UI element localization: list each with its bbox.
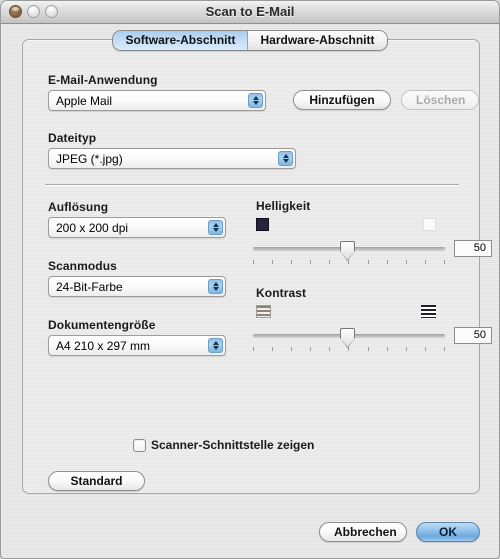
- tab-software-abschnitt[interactable]: Software-Abschnitt: [113, 31, 248, 50]
- window-title: Scan to E-Mail: [205, 4, 295, 19]
- brightness-slider[interactable]: [253, 240, 445, 266]
- email-application-value: Apple Mail: [56, 94, 113, 108]
- scan-mode-select[interactable]: 24-Bit-Farbe: [48, 276, 226, 297]
- contrast-high-icon: [421, 305, 436, 318]
- window-controls: [9, 5, 58, 18]
- scan-to-email-window: Scan to E-Mail Software-Abschnitt Hardwa…: [0, 0, 500, 559]
- ok-button[interactable]: OK: [416, 522, 480, 542]
- brightness-label: Helligkeit: [256, 199, 311, 213]
- brightness-value[interactable]: 50: [454, 240, 492, 257]
- email-application-select[interactable]: Apple Mail: [48, 90, 266, 111]
- scan-mode-label: Scanmodus: [48, 259, 117, 273]
- scan-mode-value: 24-Bit-Farbe: [56, 280, 123, 294]
- close-button-gloss: [12, 7, 19, 11]
- contrast-value[interactable]: 50: [454, 327, 492, 344]
- contrast-slider-ticks: [253, 347, 445, 351]
- brightness-slider-ticks: [253, 260, 445, 264]
- show-scanner-interface-row[interactable]: Scanner-Schnittstelle zeigen: [133, 438, 314, 452]
- zoom-button-gloss: [48, 7, 55, 11]
- chevron-updown-icon: [208, 338, 223, 353]
- show-scanner-interface-checkbox[interactable]: [133, 438, 146, 452]
- resolution-value: 200 x 200 dpi: [56, 221, 129, 235]
- file-type-label: Dateityp: [48, 131, 97, 145]
- chevron-updown-icon: [208, 220, 223, 235]
- minimize-button[interactable]: [27, 5, 40, 18]
- chevron-updown-icon: [208, 279, 223, 294]
- zoom-button[interactable]: [45, 5, 58, 18]
- close-button[interactable]: [9, 5, 22, 18]
- software-settings-panel: E-Mail-Anwendung Apple Mail Hinzufügen L…: [22, 39, 492, 494]
- contrast-slider-thumb[interactable]: [340, 328, 355, 339]
- show-scanner-interface-label: Scanner-Schnittstelle zeigen: [151, 438, 315, 452]
- window-titlebar: Scan to E-Mail: [1, 1, 499, 24]
- contrast-slider[interactable]: [253, 327, 445, 353]
- tab-bar: Software-Abschnitt Hardware-Abschnitt: [1, 30, 499, 51]
- add-button[interactable]: Hinzufügen: [293, 90, 391, 110]
- chevron-updown-icon: [278, 151, 293, 166]
- email-application-label: E-Mail-Anwendung: [48, 73, 158, 87]
- contrast-low-icon: [256, 305, 271, 318]
- document-size-label: Dokumentengröße: [48, 318, 156, 332]
- brightness-dark-icon: [256, 218, 269, 231]
- tab-hardware-abschnitt[interactable]: Hardware-Abschnitt: [247, 31, 387, 50]
- brightness-light-icon: [423, 218, 436, 231]
- cancel-button[interactable]: Abbrechen: [319, 522, 407, 542]
- file-type-value: JPEG (*.jpg): [56, 152, 123, 166]
- minimize-button-gloss: [30, 7, 37, 11]
- standard-button[interactable]: Standard: [48, 471, 145, 491]
- contrast-label: Kontrast: [256, 286, 307, 300]
- document-size-select[interactable]: A4 210 x 297 mm: [48, 335, 226, 356]
- resolution-label: Auflösung: [48, 200, 109, 214]
- brightness-slider-thumb[interactable]: [340, 241, 355, 252]
- section-divider: [45, 184, 459, 185]
- delete-button: Löschen: [401, 90, 479, 110]
- document-size-value: A4 210 x 297 mm: [56, 339, 151, 353]
- resolution-select[interactable]: 200 x 200 dpi: [48, 217, 226, 238]
- file-type-select[interactable]: JPEG (*.jpg): [48, 148, 296, 169]
- chevron-updown-icon: [248, 93, 263, 108]
- tab-group: Software-Abschnitt Hardware-Abschnitt: [112, 30, 388, 51]
